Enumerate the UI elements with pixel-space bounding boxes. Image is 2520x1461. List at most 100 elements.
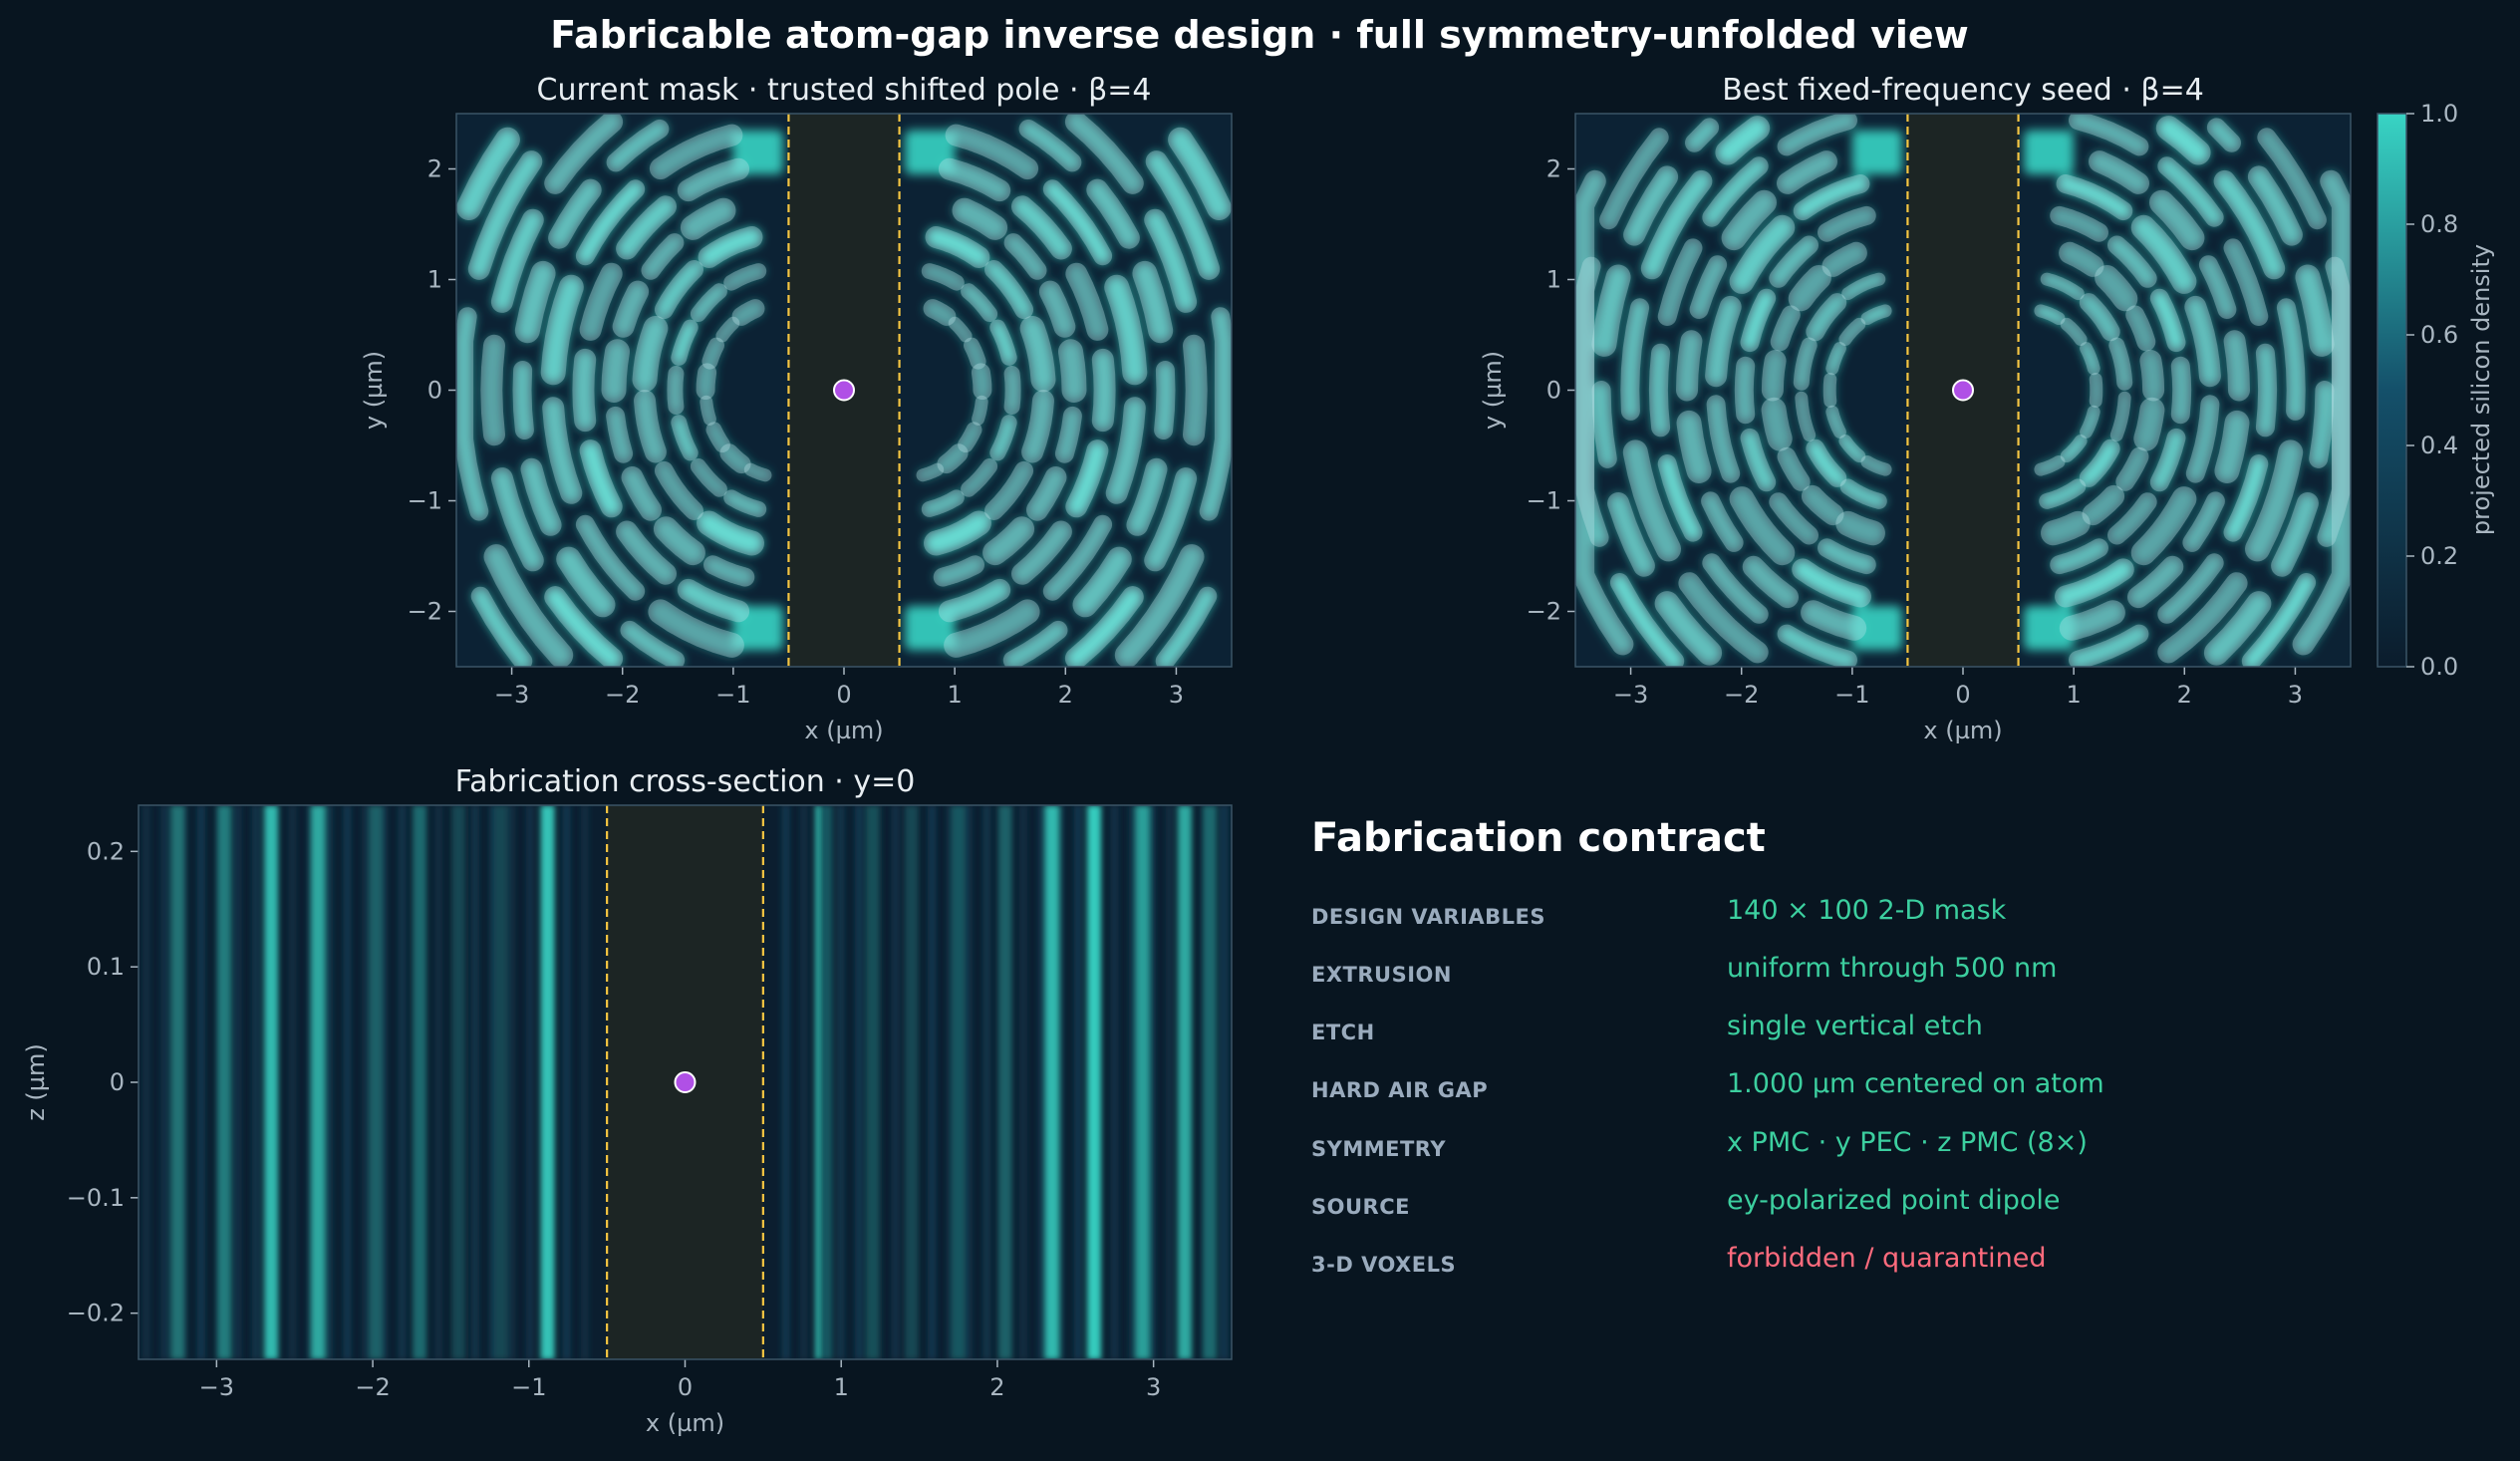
density-band (1135, 805, 1150, 1359)
contract-value: forbidden / quarantined (1727, 1243, 2047, 1274)
density-contour-inner (2054, 523, 2079, 532)
figure: Fabricable atom-gap inverse design · ful… (22, 13, 2495, 1437)
density-band (369, 805, 384, 1359)
density-contour-inner (2308, 277, 2322, 344)
y-axis-label: y (µm) (360, 351, 388, 430)
x-tick-label: 2 (989, 1373, 1004, 1401)
density-band (217, 805, 232, 1359)
x-tick-label: −3 (1613, 681, 1648, 709)
x-axis-label: x (µm) (646, 1409, 724, 1437)
density-contour-inner (947, 453, 959, 464)
density-contour-inner (1604, 277, 1618, 344)
y-tick-label: −0.2 (67, 1300, 125, 1327)
density-band (1044, 805, 1059, 1359)
density-contour-inner (1829, 380, 1830, 402)
density-contour-inner (1601, 391, 1607, 459)
y-tick-label: −2 (1527, 598, 1561, 626)
y-tick-label: 2 (1546, 155, 1561, 183)
x-tick-label: 1 (834, 1373, 849, 1401)
x-tick-label: 3 (1146, 1373, 1161, 1401)
y-tick-label: −2 (408, 598, 442, 626)
density-band (818, 805, 833, 1359)
colorbar-tick-label: 0.2 (2420, 542, 2458, 570)
colorbar-tick-label: 0.4 (2420, 432, 2458, 459)
density-contour-inner (1194, 346, 1197, 435)
x-tick-label: 1 (2067, 681, 2082, 709)
density-contour-inner (705, 373, 707, 391)
colorbar-label: projected silicon density (2467, 244, 2495, 535)
x-tick-label: 2 (2177, 681, 2192, 709)
x-tick-label: 0 (836, 681, 851, 709)
x-tick-label: 2 (1058, 681, 1073, 709)
density-contour-inner (1848, 523, 1873, 532)
x-tick-label: 3 (2288, 681, 2303, 709)
density-band-faint (361, 805, 370, 1359)
density-contour-inner (1032, 329, 1043, 380)
density-band-faint (799, 805, 808, 1359)
x-tick-label: 1 (948, 681, 963, 709)
contract-key: HARD AIR GAP (1311, 1078, 1489, 1102)
y-tick-label: 1 (427, 266, 442, 294)
density-band-faint (562, 805, 571, 1359)
density-band-faint (196, 805, 205, 1359)
density-contour-inner (2146, 410, 2152, 438)
x-tick-label: 3 (1169, 681, 1184, 709)
density-band-faint (1110, 805, 1119, 1359)
contract-key: DESIGN VARIABLES (1311, 905, 1546, 929)
density-band-faint (507, 805, 516, 1359)
y-tick-label: 0 (110, 1068, 125, 1096)
x-axis-label: x (µm) (804, 717, 883, 744)
panel-title: Best fixed-frequency seed · β=4 (1722, 73, 2204, 108)
contract-value: 1.000 µm centered on atom (1727, 1068, 2104, 1099)
density-band (1087, 805, 1102, 1359)
figure-title: Fabricable atom-gap inverse design · ful… (550, 13, 1969, 57)
density-band-faint (525, 805, 534, 1359)
density-band-faint (964, 805, 973, 1359)
density-band-faint (1220, 805, 1229, 1359)
contract-value: ey-polarized point dipole (1727, 1185, 2061, 1216)
contract-title: Fabrication contract (1311, 815, 1766, 861)
density-contour-inner (614, 352, 618, 391)
density-feature (1851, 130, 1902, 175)
density-band-faint (434, 805, 443, 1359)
x-tick-label: 0 (1955, 681, 1970, 709)
density-band-faint (251, 805, 260, 1359)
x-tick-label: 0 (678, 1373, 693, 1401)
x-axis-label: x (µm) (1923, 717, 2002, 744)
density-contour-inner (2235, 341, 2239, 390)
density-band-faint (580, 805, 589, 1359)
density-contour-inner (1071, 352, 1075, 391)
density-band-faint (781, 805, 790, 1359)
y-axis-label: z (µm) (22, 1043, 50, 1121)
density-band (170, 805, 185, 1359)
colorbar-tick-label: 0.6 (2420, 321, 2458, 349)
contract-value: uniform through 500 nm (1727, 953, 2058, 984)
density-band (413, 805, 427, 1359)
density-contour-inner (729, 453, 741, 464)
x-tick-label: −2 (355, 1373, 390, 1401)
density-band-faint (1165, 805, 1174, 1359)
density-contour-inner (2150, 361, 2153, 391)
contract-key: SYMMETRY (1311, 1137, 1447, 1161)
density-contour-inner (491, 346, 494, 435)
density-contour-inner (1687, 341, 1691, 390)
panel-best-seed: Best fixed-frequency seed · β=4 −3 −2 −1 0 1 2… (1479, 73, 2352, 744)
panel-cross-section: Fabrication cross-section · y=0 −3 −2 −1 0 1 2… (22, 764, 1233, 1437)
density-band-faint (141, 805, 150, 1359)
colorbar: projected silicon density 0.0 0.2 0.4 0.6 0.… (2377, 100, 2495, 681)
panel-current-mask: Current mask · trusted shifted pole · β=… (360, 73, 1233, 744)
density-contour-inner (645, 401, 656, 451)
atom-marker (833, 379, 855, 402)
density-band (451, 805, 466, 1359)
density-contour-inner (741, 309, 755, 317)
density-band (997, 805, 1012, 1359)
contract-key: SOURCE (1311, 1195, 1410, 1219)
colorbar-tick-label: 1.0 (2420, 100, 2458, 128)
density-contour-inner (933, 309, 947, 317)
density-band (951, 805, 966, 1359)
density-band (1177, 805, 1192, 1359)
density-band-faint (982, 805, 991, 1359)
y-tick-label: 0 (427, 377, 442, 405)
panel-title: Current mask · trusted shifted pole · β=… (537, 73, 1152, 108)
density-band (904, 805, 919, 1359)
